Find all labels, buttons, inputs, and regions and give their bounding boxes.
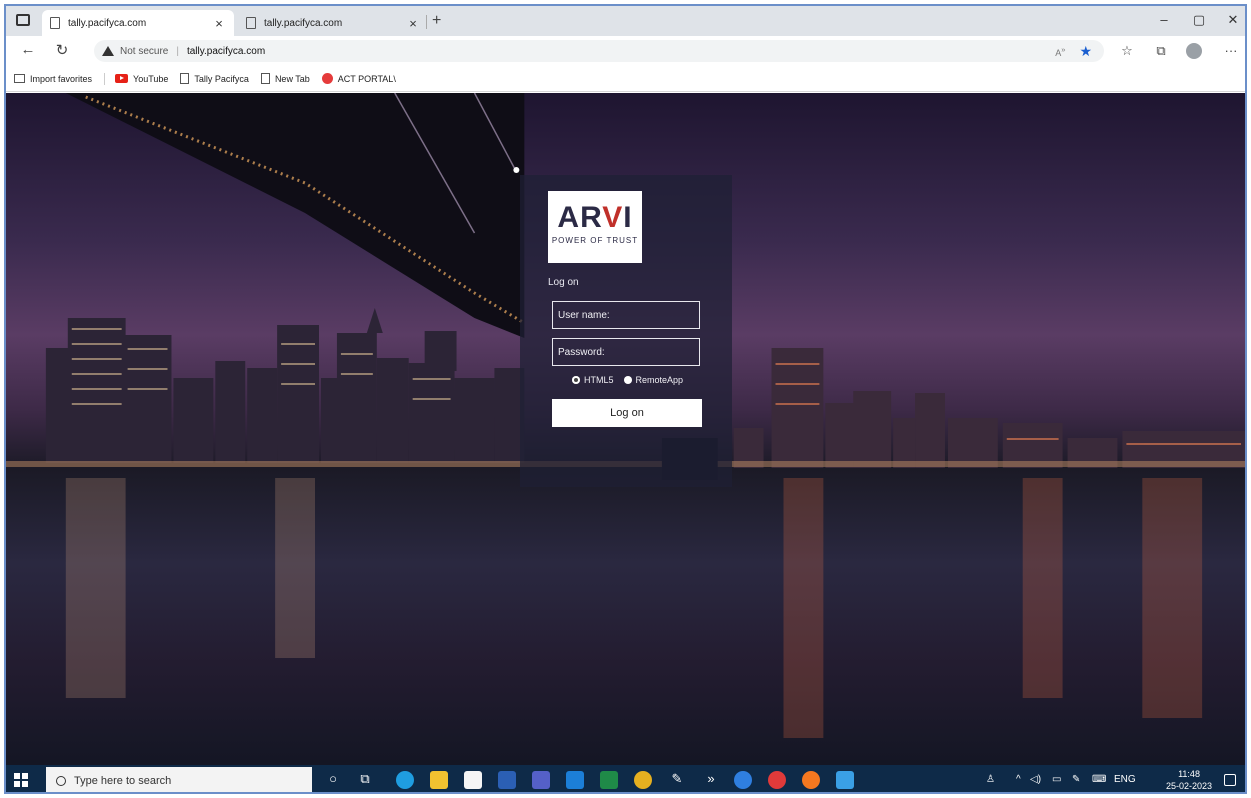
tab-active[interactable]: tally.pacifyca.com × xyxy=(42,10,234,36)
tab-label: tally.pacifyca.com xyxy=(68,17,147,29)
notification-center-icon[interactable] xyxy=(1224,774,1236,786)
store-icon[interactable] xyxy=(464,771,482,789)
favorite-label: New Tab xyxy=(274,73,310,84)
html5-radio[interactable] xyxy=(572,376,580,384)
favorite-import[interactable]: Import favorites xyxy=(14,74,92,84)
security-status[interactable]: Not secure xyxy=(120,46,168,57)
teamviewer-icon[interactable] xyxy=(734,771,752,789)
edge-icon[interactable] xyxy=(396,771,414,789)
task-view-icon[interactable]: ⧉ xyxy=(356,771,374,787)
favorite-star-icon[interactable]: ★ xyxy=(1079,43,1092,60)
profile-avatar-icon[interactable] xyxy=(1186,43,1202,59)
chrome-alt-icon[interactable] xyxy=(768,771,786,789)
taskbar-overflow-icon[interactable]: » xyxy=(702,771,720,786)
page-icon xyxy=(180,73,190,84)
firefox-icon[interactable] xyxy=(802,771,820,789)
minimize-button[interactable]: – xyxy=(1149,12,1179,27)
remoteapp-radio[interactable] xyxy=(623,376,632,384)
address-bar[interactable]: Not secure | tally.pacifyca.com A» ★ xyxy=(94,40,1104,62)
browser-window: tally.pacifyca.com × tally.pacifyca.com … xyxy=(4,4,1247,794)
page-icon xyxy=(246,17,256,29)
clock-date: 25-02-2023 xyxy=(1166,781,1213,791)
pen-tray-icon[interactable]: ✎ xyxy=(1072,774,1080,785)
teams-icon[interactable] xyxy=(532,771,550,789)
login-panel: ARVI POWER OF TRUST Log on HTML5 RemoteA… xyxy=(520,175,732,487)
logon-button[interactable]: Log on xyxy=(552,399,702,427)
favorites-icon[interactable]: ☆ xyxy=(1118,43,1136,59)
tab-actions-icon[interactable] xyxy=(16,14,30,26)
page-icon xyxy=(50,17,60,29)
word-icon[interactable] xyxy=(498,771,516,789)
tab-close-icon[interactable]: × xyxy=(404,16,422,31)
clock-time: 11:48 xyxy=(1178,769,1200,779)
favorite-youtube[interactable]: YouTube xyxy=(115,74,168,84)
network-icon[interactable]: ▭ xyxy=(1052,774,1061,785)
logo-tagline: POWER OF TRUST xyxy=(551,236,639,245)
url-text[interactable]: tally.pacifyca.com xyxy=(187,46,265,57)
windows-taskbar: Type here to search ○ ⧉ ✎ » ♙ ^ ◁) ▭ ✎ ⌨… xyxy=(6,765,1245,792)
tab-bar: tally.pacifyca.com × tally.pacifyca.com … xyxy=(6,6,1245,36)
tab-close-icon[interactable]: × xyxy=(210,16,228,31)
taskbar-clock[interactable]: 11:48 25-02-2023 xyxy=(1166,768,1212,792)
arvi-logo: ARVI POWER OF TRUST xyxy=(548,191,642,263)
street-lamp xyxy=(513,167,520,173)
favorites-bar: Import favorites YouTube Tally Pacifyca … xyxy=(6,66,1245,92)
password-field[interactable] xyxy=(552,338,700,366)
warning-icon xyxy=(102,46,114,56)
tab-divider xyxy=(426,15,427,29)
taskbar-search[interactable]: Type here to search xyxy=(46,767,312,792)
read-aloud-icon[interactable]: A» xyxy=(1055,45,1065,58)
favorite-label: ACT PORTAL\ xyxy=(337,73,396,84)
navigation-bar: ← ↻ Not secure | tally.pacifyca.com A» ★… xyxy=(6,36,1245,66)
tab-label: tally.pacifyca.com xyxy=(264,17,343,29)
cortana-icon[interactable]: ○ xyxy=(324,771,342,786)
search-placeholder: Type here to search xyxy=(74,774,172,787)
pen-app-icon[interactable]: ✎ xyxy=(668,771,686,787)
chrome-icon[interactable] xyxy=(634,771,652,789)
bridge-deck xyxy=(65,93,525,338)
tab-inactive[interactable]: tally.pacifyca.com × xyxy=(238,10,428,36)
more-options-icon[interactable]: ··· xyxy=(1222,43,1240,58)
restore-button[interactable]: ▢ xyxy=(1184,12,1214,28)
favorite-label: YouTube xyxy=(133,73,169,84)
folder-icon xyxy=(14,74,25,83)
left-skyline xyxy=(45,308,525,463)
keyboard-icon[interactable]: ⌨ xyxy=(1092,774,1106,785)
back-arrow-icon[interactable]: ← xyxy=(18,41,38,58)
refresh-icon[interactable]: ↻ xyxy=(52,41,72,59)
username-field[interactable] xyxy=(552,301,700,329)
page-content: ARVI POWER OF TRUST Log on HTML5 RemoteA… xyxy=(6,93,1245,765)
windows-start-icon[interactable] xyxy=(14,773,28,787)
close-window-button[interactable]: ✕ xyxy=(1218,12,1245,28)
youtube-icon xyxy=(115,74,129,83)
mail-icon[interactable] xyxy=(566,771,584,789)
html5-radio-label[interactable]: HTML5 xyxy=(584,375,614,385)
act-portal-icon xyxy=(321,73,333,84)
tray-expand-icon[interactable]: ^ xyxy=(1016,774,1021,785)
water-reflections xyxy=(65,478,1203,738)
new-tab-button[interactable]: + xyxy=(432,12,441,30)
favorite-new-tab[interactable]: New Tab xyxy=(260,73,310,84)
page-icon xyxy=(260,73,270,84)
favorites-divider xyxy=(104,72,106,85)
logon-caption: Log on xyxy=(548,277,579,288)
remoteapp-radio-label[interactable]: RemoteApp xyxy=(636,375,684,385)
collections-icon[interactable]: ⧉ xyxy=(1152,43,1170,59)
volume-icon[interactable]: ◁) xyxy=(1030,774,1041,785)
logo-wordmark: ARVI xyxy=(557,201,633,234)
right-skyline xyxy=(733,348,1245,468)
favorite-act-portal[interactable]: ACT PORTAL\ xyxy=(321,73,396,84)
file-explorer-icon[interactable] xyxy=(430,771,448,789)
photos-icon[interactable] xyxy=(836,771,854,789)
launch-mode-options: HTML5 RemoteApp xyxy=(572,375,693,385)
language-indicator[interactable]: ENG xyxy=(1114,774,1136,785)
search-icon xyxy=(56,775,66,786)
people-icon[interactable]: ♙ xyxy=(986,774,995,785)
favorite-label: Tally Pacifyca xyxy=(194,73,249,84)
favorite-label: Import favorites xyxy=(30,73,93,84)
favorite-tally-pacifyca[interactable]: Tally Pacifyca xyxy=(180,73,249,84)
excel-icon[interactable] xyxy=(600,771,618,789)
address-divider: | xyxy=(176,45,179,57)
